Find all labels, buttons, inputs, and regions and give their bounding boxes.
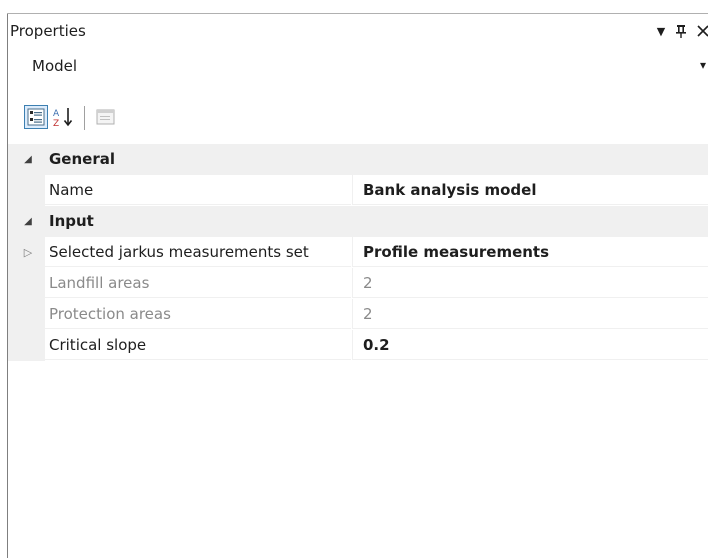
property-value: 2 [352, 268, 708, 298]
property-row-protection-areas[interactable]: Protection areas 2 [8, 299, 708, 330]
svg-text:Z: Z [53, 119, 59, 129]
panel-title-bar[interactable]: Properties ▼ [8, 14, 708, 50]
alphabetical-sort-icon: A Z [53, 108, 73, 129]
category-label: General [49, 150, 115, 168]
row-gutter [8, 268, 45, 299]
chevron-down-icon[interactable]: ▾ [700, 58, 706, 72]
category-label: Input [49, 212, 94, 230]
property-name: Protection areas [45, 299, 351, 329]
alphabetical-sort-button[interactable]: A Z [51, 105, 75, 129]
property-row-critical-slope[interactable]: Critical slope 0.2 [8, 330, 708, 361]
properties-panel: Properties ▼ Model ▾ A Z ◢ General Name … [0, 0, 708, 558]
row-gutter [8, 175, 45, 206]
property-value: 2 [352, 299, 708, 329]
close-icon-glyph [697, 25, 708, 37]
property-name: Landfill areas [45, 268, 351, 298]
property-row-name[interactable]: Name Bank analysis model [8, 175, 708, 206]
object-selector-value: Model [32, 57, 78, 75]
property-name: Name [45, 175, 351, 205]
property-name: Selected jarkus measurements set [45, 237, 351, 267]
svg-text:A: A [53, 109, 60, 119]
property-pages-button[interactable] [94, 105, 118, 129]
properties-toolbar: A Z [8, 84, 708, 144]
collapse-arrow-icon[interactable]: ◢ [22, 152, 34, 166]
category-row-general[interactable]: ◢ General [8, 144, 708, 175]
property-value[interactable]: 0.2 [352, 330, 708, 360]
property-pages-icon [96, 109, 115, 125]
window-position-dropdown-icon[interactable]: ▼ [652, 20, 670, 42]
category-row-input[interactable]: ◢ Input [8, 206, 708, 237]
property-value[interactable]: Bank analysis model [352, 175, 708, 205]
pin-icon[interactable] [672, 20, 690, 42]
property-row-landfill-areas[interactable]: Landfill areas 2 [8, 268, 708, 299]
property-grid: ◢ General Name Bank analysis model ◢ Inp… [8, 144, 708, 361]
row-gutter [8, 299, 45, 330]
close-icon[interactable] [694, 20, 708, 42]
collapse-arrow-icon[interactable]: ◢ [22, 214, 34, 228]
categorized-view-button[interactable] [24, 105, 48, 129]
row-gutter [8, 330, 45, 361]
property-name: Critical slope [45, 330, 351, 360]
property-row-selected-jarkus-measurements-set[interactable]: ▷ Selected jarkus measurements set Profi… [8, 237, 708, 268]
property-value[interactable]: Profile measurements [352, 237, 708, 267]
object-selector-dropdown[interactable]: Model ▾ [8, 50, 708, 84]
expand-arrow-icon[interactable]: ▷ [22, 245, 34, 259]
toolbar-separator [84, 106, 85, 130]
panel-title: Properties [10, 22, 86, 40]
pin-icon-glyph [676, 25, 686, 38]
categorized-icon [27, 108, 45, 126]
